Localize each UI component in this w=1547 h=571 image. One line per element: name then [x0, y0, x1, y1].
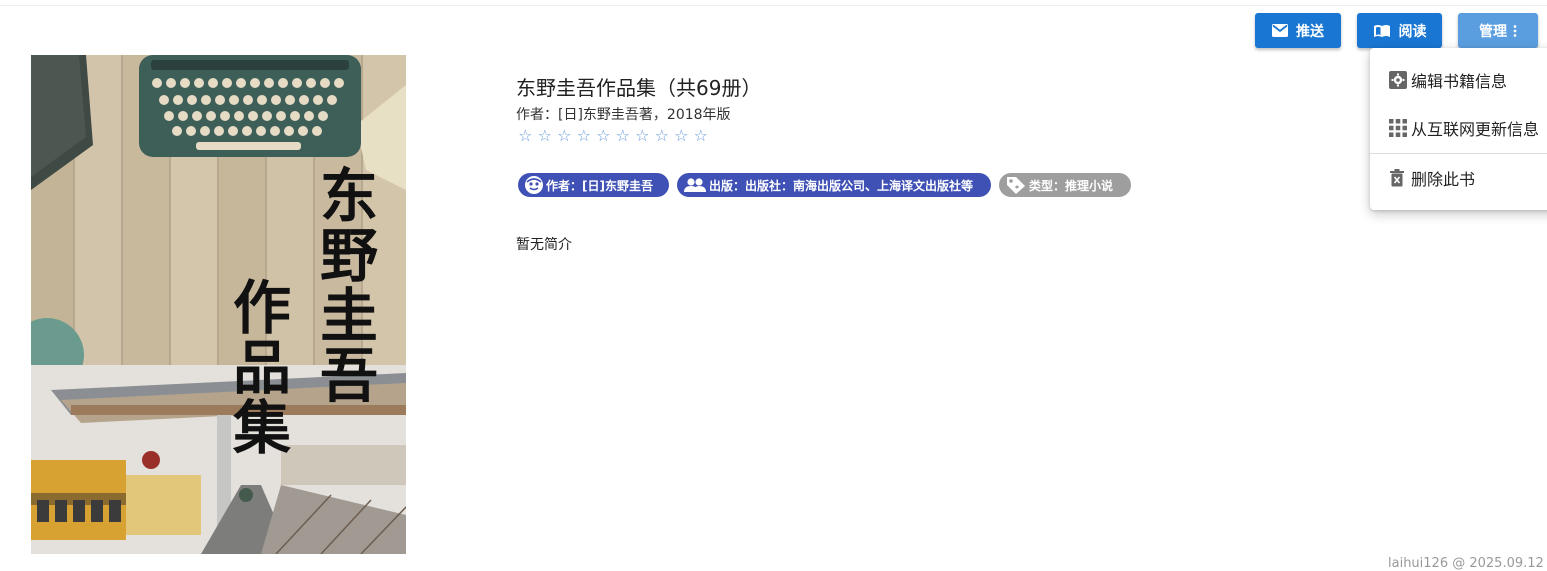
type-chip-label: 类型：推理小说	[1029, 178, 1114, 193]
author-avatar-icon	[524, 175, 544, 195]
rating-stars[interactable]: ☆ ☆ ☆ ☆ ☆ ☆ ☆ ☆ ☆ ☆	[517, 126, 709, 145]
publisher-chip-label: 出版：出版社：南海出版公司、上海译文出版社等	[709, 178, 974, 193]
book-open-icon	[1373, 24, 1391, 38]
book-cover[interactable]: 东野圭吾 作品集	[31, 55, 406, 554]
footer-credit: laihui126 @ 2025.09.12	[1388, 556, 1544, 571]
menu-item-update[interactable]: 从互联网更新信息	[1370, 104, 1547, 152]
star-icon[interactable]: ☆	[595, 126, 612, 145]
settings-box-icon	[1389, 71, 1409, 89]
star-icon[interactable]: ☆	[576, 126, 593, 145]
cover-title-author: 东野圭吾	[310, 165, 378, 405]
star-icon[interactable]: ☆	[673, 126, 690, 145]
book-summary: 暂无简介	[516, 237, 572, 253]
star-icon[interactable]: ☆	[517, 126, 534, 145]
tag-icon	[1005, 175, 1027, 195]
menu-item-edit[interactable]: 编辑书籍信息	[1370, 56, 1547, 104]
book-title: 东野圭吾作品集（共69册）	[516, 76, 762, 100]
read-button-label: 阅读	[1398, 23, 1427, 40]
star-icon[interactable]: ☆	[556, 126, 573, 145]
publisher-chip[interactable]: 出版：出版社：南海出版公司、上海译文出版社等	[677, 173, 991, 197]
cover-title-works: 作品集	[223, 277, 291, 457]
manage-menu: 编辑书籍信息 从互联网更新信息 删除此书	[1370, 48, 1547, 210]
star-icon[interactable]: ☆	[615, 126, 632, 145]
read-button[interactable]: 阅读	[1357, 13, 1442, 48]
mail-icon	[1272, 24, 1288, 37]
author-chip-label: 作者：[日]东野圭吾	[546, 178, 653, 193]
menu-item-delete-label: 删除此书	[1411, 170, 1476, 189]
push-button[interactable]: 推送	[1255, 13, 1341, 48]
author-chip[interactable]: 作者：[日]东野圭吾	[518, 173, 669, 197]
more-vert-icon	[1513, 24, 1517, 37]
type-chip[interactable]: 类型：推理小说	[999, 173, 1131, 197]
push-button-label: 推送	[1296, 23, 1324, 40]
star-icon[interactable]: ☆	[634, 126, 651, 145]
delete-icon	[1389, 169, 1409, 187]
menu-item-delete[interactable]: 删除此书	[1370, 154, 1547, 202]
menu-item-update-label: 从互联网更新信息	[1411, 120, 1540, 139]
star-icon[interactable]: ☆	[537, 126, 554, 145]
top-border	[0, 5, 1547, 6]
manage-button-label: 管理	[1479, 23, 1507, 40]
people-icon	[683, 177, 707, 193]
menu-item-edit-label: 编辑书籍信息	[1411, 72, 1508, 91]
apps-grid-icon	[1389, 119, 1409, 137]
star-icon[interactable]: ☆	[693, 126, 710, 145]
manage-button[interactable]: 管理	[1458, 13, 1538, 48]
author-line: 作者：[日]东野圭吾著，2018年版	[516, 107, 731, 123]
star-icon[interactable]: ☆	[654, 126, 671, 145]
